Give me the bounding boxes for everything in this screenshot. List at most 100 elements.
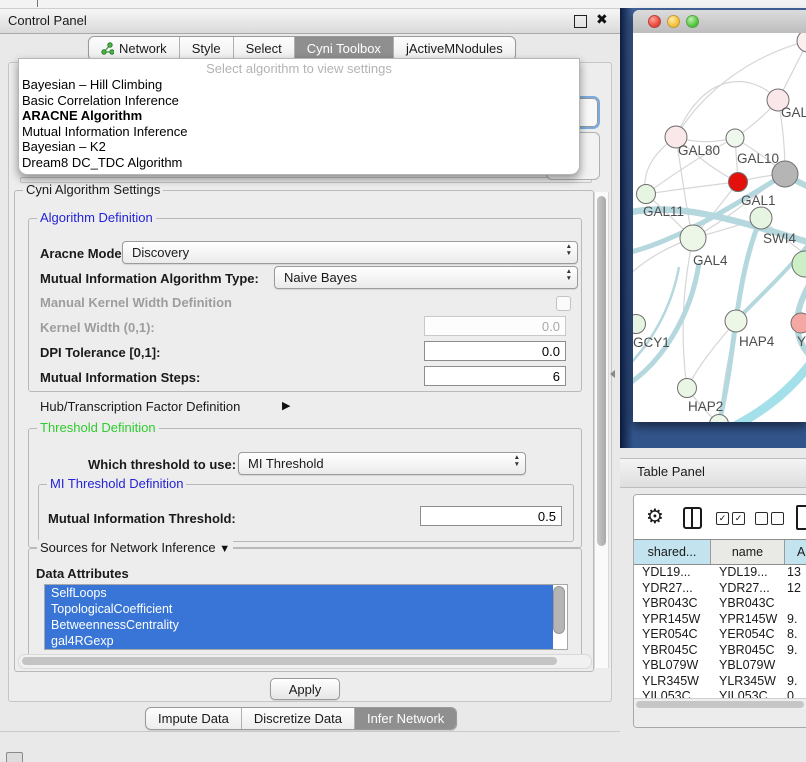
manual-kernel-checkbox[interactable] [556,296,571,311]
algorithm-option[interactable]: Mutual Information Inference [19,124,579,140]
mi-type-select[interactable]: Naive Bayes ▲▼ [274,266,578,289]
close-icon[interactable]: ✖ [596,11,608,28]
node-gcy1[interactable] [633,315,646,334]
float-window-icon[interactable] [574,15,587,28]
algorithm-option[interactable]: Dream8 DC_TDC Algorithm [19,155,579,171]
node-gal11[interactable] [637,185,656,204]
which-threshold-select[interactable]: MI Threshold ▲▼ [238,452,526,475]
deselect-all-icon[interactable] [755,512,784,525]
node-hap2[interactable] [678,379,697,398]
table-row[interactable]: YIL053C YIL053C 0. [634,689,806,698]
settings-horizontal-scrollbar[interactable] [18,654,592,669]
network-view-window: GAL GAL80 GAL10 GAL1 GAL11 SWI4 GAL4 GCY… [633,10,806,422]
attribute-item[interactable]: gal4RGexp [45,633,553,649]
algorithm-option[interactable]: ARACNE Algorithm [19,108,579,124]
document-icon[interactable] [796,505,806,530]
algorithm-option[interactable]: Basic Correlation Inference [19,93,579,109]
table-row[interactable]: YER054C YER054C 8. [634,627,806,643]
column-header-shared-name[interactable]: shared... [634,540,711,564]
settings-vscroll-thumb[interactable] [597,196,606,546]
split-divider-grip[interactable] [610,370,615,378]
collapse-down-icon[interactable]: ▼ [219,543,230,555]
cell-value: 9. [785,674,806,690]
column-header-name[interactable]: name [711,540,785,564]
bottom-tabbar: Impute Data Discretize Data Infer Networ… [145,707,457,730]
attr-items: SelfLoopsTopologicalCoefficientBetweenne… [45,585,567,649]
cell-shared-name: YBR045C [634,643,711,659]
apply-button[interactable]: Apply [270,678,340,700]
node-partial-bottom[interactable] [710,415,729,423]
table-body: YDL19... YDL19... 13 YDR27... YDR27... 1… [634,565,806,698]
table-row[interactable]: YPR145W YPR145W 9. [634,612,806,628]
table-row[interactable]: YBR043C YBR043C [634,596,806,612]
attribute-item[interactable]: BetweennessCentrality [45,617,553,633]
node-swi4[interactable] [750,207,772,229]
dpi-tolerance-label: DPI Tolerance [0,1]: [40,345,160,360]
algorithm-dropdown-popup: Select algorithm to view settings Bayesi… [18,58,580,175]
expand-right-icon[interactable]: ▶ [282,399,290,412]
kernel-width-input[interactable] [424,316,566,336]
tab-impute-data[interactable]: Impute Data [146,708,242,729]
tab-infer-network[interactable]: Infer Network [355,708,456,729]
dpi-tolerance-input[interactable] [424,341,566,361]
algorithm-placeholder: Select algorithm to view settings [19,61,579,77]
gear-icon[interactable]: ⚙ [646,504,664,529]
node-partial-top[interactable] [797,33,806,52]
node-gal1[interactable] [729,173,748,192]
attributes-scrollbar[interactable] [553,586,565,634]
select-all-icon[interactable]: ✓ ✓ [716,512,745,525]
cell-value [785,596,806,612]
close-traffic-light[interactable] [648,15,661,28]
tab-discretize-data[interactable]: Discretize Data [242,708,355,729]
cell-value [785,658,806,674]
aracne-mode-label: Aracne Mode: [40,246,126,261]
label-gal80: GAL80 [678,143,720,158]
table-hscroll-thumb[interactable] [636,701,804,708]
aracne-mode-select[interactable]: Discovery ▲▼ [122,241,578,264]
tab-network[interactable]: Network [89,37,180,60]
settings-hscroll-thumb[interactable] [22,657,557,665]
attribute-item[interactable]: TopologicalCoefficient [45,601,553,617]
column-manager-icon[interactable] [683,507,702,529]
cell-value: 9. [785,643,806,659]
hub-section-label[interactable]: Hub/Transcription Factor Definition [40,399,240,414]
corner-widget-icon[interactable] [6,752,23,762]
table-row[interactable]: YBL079W YBL079W [634,658,806,674]
minimize-traffic-light[interactable] [667,15,680,28]
tab-style[interactable]: Style [180,37,234,60]
mi-steps-input[interactable] [424,366,566,386]
node-green-right[interactable] [792,251,806,277]
node-y-clipped[interactable] [791,313,806,333]
table-row[interactable]: YDR27... YDR27... 12 [634,581,806,597]
attribute-item[interactable]: SelfLoops [45,585,553,601]
mi-threshold-label: Mutual Information Threshold: [48,511,236,526]
table-row[interactable]: YLR345W YLR345W 9. [634,674,806,690]
label-hap2: HAP2 [688,399,723,414]
algorithm-option[interactable]: Bayesian – K2 [19,139,579,155]
column-header-partial[interactable]: A [785,540,806,564]
control-panel-titlebar: Control Panel ✖ [0,8,620,34]
node-gal4[interactable] [680,225,706,251]
sources-legend[interactable]: Sources for Network Inference ▼ [37,540,233,555]
table-row[interactable]: YDL19... YDL19... 13 [634,565,806,581]
node-gal10[interactable] [726,129,744,147]
network-nodes [633,33,806,422]
algorithm-option[interactable]: Bayesian – Hill Climbing [19,77,579,93]
tab-cyni-toolbox[interactable]: Cyni Toolbox [295,37,394,60]
zoom-traffic-light[interactable] [686,15,699,28]
which-threshold-value: MI Threshold [248,456,324,471]
threshold-definition-legend: Threshold Definition [37,420,159,435]
label-gal4: GAL4 [693,253,728,268]
tab-jactivemnodules[interactable]: jActiveMNodules [394,37,515,60]
network-window-titlebar[interactable] [633,10,806,34]
cell-name: YLR345W [711,674,785,690]
node-hap4[interactable] [725,310,747,332]
mi-threshold-input[interactable] [420,506,562,526]
table-row[interactable]: YBR045C YBR045C 9. [634,643,806,659]
tab-select[interactable]: Select [234,37,295,60]
label-gcy1: GCY1 [633,335,670,350]
network-canvas[interactable]: GAL GAL80 GAL10 GAL1 GAL11 SWI4 GAL4 GCY… [633,33,806,422]
sources-legend-label: Sources for Network Inference [40,540,216,555]
settings-vertical-scrollbar[interactable] [594,192,609,668]
table-panel: ⚙ ✓ ✓ shared... name A YDL19... YDL19... [633,494,806,728]
